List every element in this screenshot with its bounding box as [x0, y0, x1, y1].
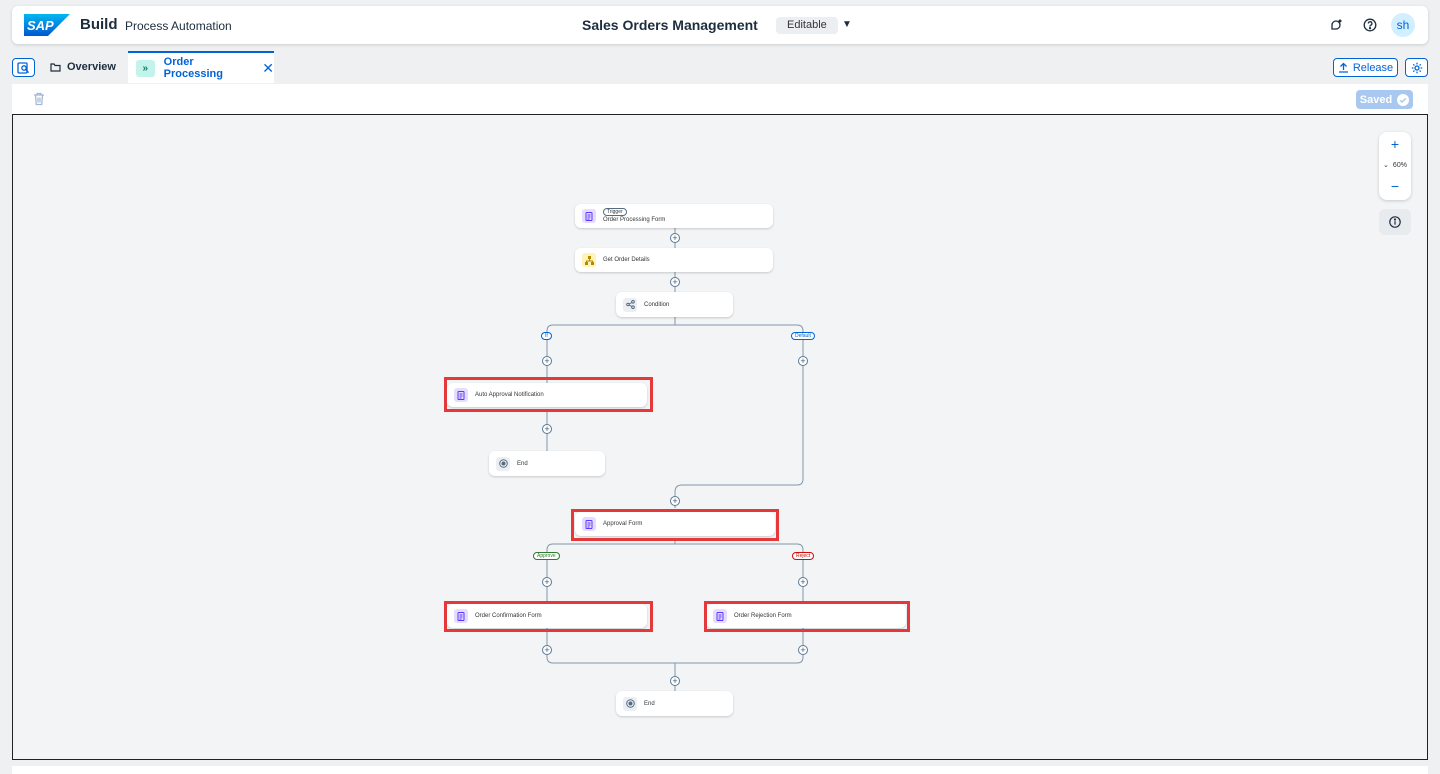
form-icon: [582, 209, 596, 223]
settings-button[interactable]: [1405, 58, 1428, 77]
node-auto-approval-notification[interactable]: Auto Approval Notification: [447, 383, 647, 407]
sap-logo-text: SAP: [27, 18, 54, 33]
brand-name: Build: [80, 16, 118, 33]
end-icon: [496, 456, 510, 471]
saved-label: Saved: [1359, 93, 1393, 106]
gear-icon: [1411, 62, 1422, 73]
sap-logo[interactable]: SAP: [24, 14, 70, 36]
process-canvas[interactable]: Trigger Order Processing Form Get Order …: [12, 114, 1428, 760]
node-order-confirmation-form[interactable]: Order Confirmation Form: [447, 604, 647, 628]
node-approval-form[interactable]: Approval Form: [575, 512, 775, 536]
node-label: Approval Form: [603, 521, 643, 527]
node-label: Condition: [644, 301, 670, 308]
canvas-toolbar: Saved: [12, 84, 1428, 114]
node-label: Get Order Details: [603, 257, 650, 263]
node-label: Auto Approval Notification: [475, 392, 544, 398]
node-text: Trigger Order Processing Form: [603, 208, 665, 224]
branch-if-label[interactable]: If: [541, 332, 552, 340]
upload-icon: [1338, 62, 1348, 73]
add-step-button[interactable]: +: [798, 645, 808, 655]
branch-reject-label[interactable]: Reject: [792, 552, 815, 560]
form-icon: [454, 388, 468, 402]
form-icon: [713, 609, 727, 623]
branch-approve-label[interactable]: Approve: [533, 552, 560, 560]
add-step-button[interactable]: +: [798, 356, 808, 366]
release-button-label: Release: [1352, 61, 1394, 74]
zoom-level-value: 60%: [1392, 161, 1407, 169]
node-label: End: [517, 460, 528, 467]
add-step-button[interactable]: +: [542, 645, 552, 655]
trigger-badge: Trigger: [603, 208, 627, 216]
search-document-icon: [17, 61, 30, 74]
zoom-controls: + ⌄ 60% −: [1379, 132, 1411, 200]
add-step-button[interactable]: +: [798, 577, 808, 587]
close-tab-icon[interactable]: ✕: [262, 60, 274, 77]
tab-overview[interactable]: Overview: [50, 51, 116, 83]
avatar[interactable]: sh: [1391, 13, 1415, 37]
process-icon: »: [136, 59, 155, 77]
node-condition[interactable]: Condition: [616, 292, 733, 317]
shell-bar: SAP Build Process Automation Sales Order…: [12, 6, 1428, 44]
node-get-order-details[interactable]: Get Order Details: [575, 248, 773, 272]
info-button[interactable]: [1379, 209, 1411, 235]
footer-bar: [12, 766, 1428, 774]
node-label: Order Rejection Form: [734, 613, 792, 619]
branch-default-label[interactable]: Default: [791, 332, 815, 340]
condition-icon: [623, 297, 637, 312]
add-step-button[interactable]: +: [542, 424, 552, 434]
tab-overview-label: Overview: [67, 61, 116, 73]
folder-icon: [50, 63, 61, 72]
form-icon: [582, 517, 596, 531]
browse-artifacts-button[interactable]: [12, 58, 35, 77]
zoom-out-button[interactable]: −: [1379, 176, 1411, 196]
zoom-level-dropdown[interactable]: ⌄ 60%: [1379, 157, 1411, 173]
add-step-button[interactable]: +: [670, 496, 680, 506]
help-icon[interactable]: [1360, 15, 1380, 35]
checkmark-icon: [1397, 93, 1410, 106]
chevron-down-icon: ⌄: [1383, 162, 1389, 169]
info-icon: [1389, 216, 1401, 228]
status-badge: Editable: [776, 17, 838, 34]
add-step-button[interactable]: +: [542, 356, 552, 366]
project-title: Sales Orders Management: [582, 17, 758, 33]
node-order-rejection-form[interactable]: Order Rejection Form: [706, 604, 906, 628]
saved-status-button: Saved: [1356, 90, 1413, 109]
node-end-2[interactable]: End: [616, 691, 733, 716]
zoom-in-button[interactable]: +: [1379, 134, 1411, 154]
node-end-1[interactable]: End: [489, 451, 605, 476]
add-step-button[interactable]: +: [542, 577, 552, 587]
editor-tab-bar: Overview » Order Processing ✕ Release: [12, 51, 1428, 83]
end-icon: [623, 696, 637, 711]
product-name: Process Automation: [125, 19, 232, 33]
automation-icon: [582, 253, 596, 267]
release-button[interactable]: Release: [1333, 58, 1398, 77]
notifications-icon[interactable]: [1326, 15, 1346, 35]
tab-order-processing-label: Order Processing: [163, 56, 223, 80]
add-step-button[interactable]: +: [670, 277, 680, 287]
node-label: Order Confirmation Form: [475, 613, 542, 619]
node-label: Order Processing Form: [603, 217, 666, 223]
form-icon: [454, 609, 468, 623]
status-dropdown-icon[interactable]: ▼: [842, 19, 852, 30]
delete-icon[interactable]: [32, 92, 46, 106]
node-order-processing-form[interactable]: Trigger Order Processing Form: [575, 204, 773, 228]
tab-order-processing[interactable]: » Order Processing ✕: [128, 51, 274, 83]
add-step-button[interactable]: +: [670, 233, 680, 243]
add-step-button[interactable]: +: [670, 676, 680, 686]
node-label: End: [644, 700, 655, 707]
